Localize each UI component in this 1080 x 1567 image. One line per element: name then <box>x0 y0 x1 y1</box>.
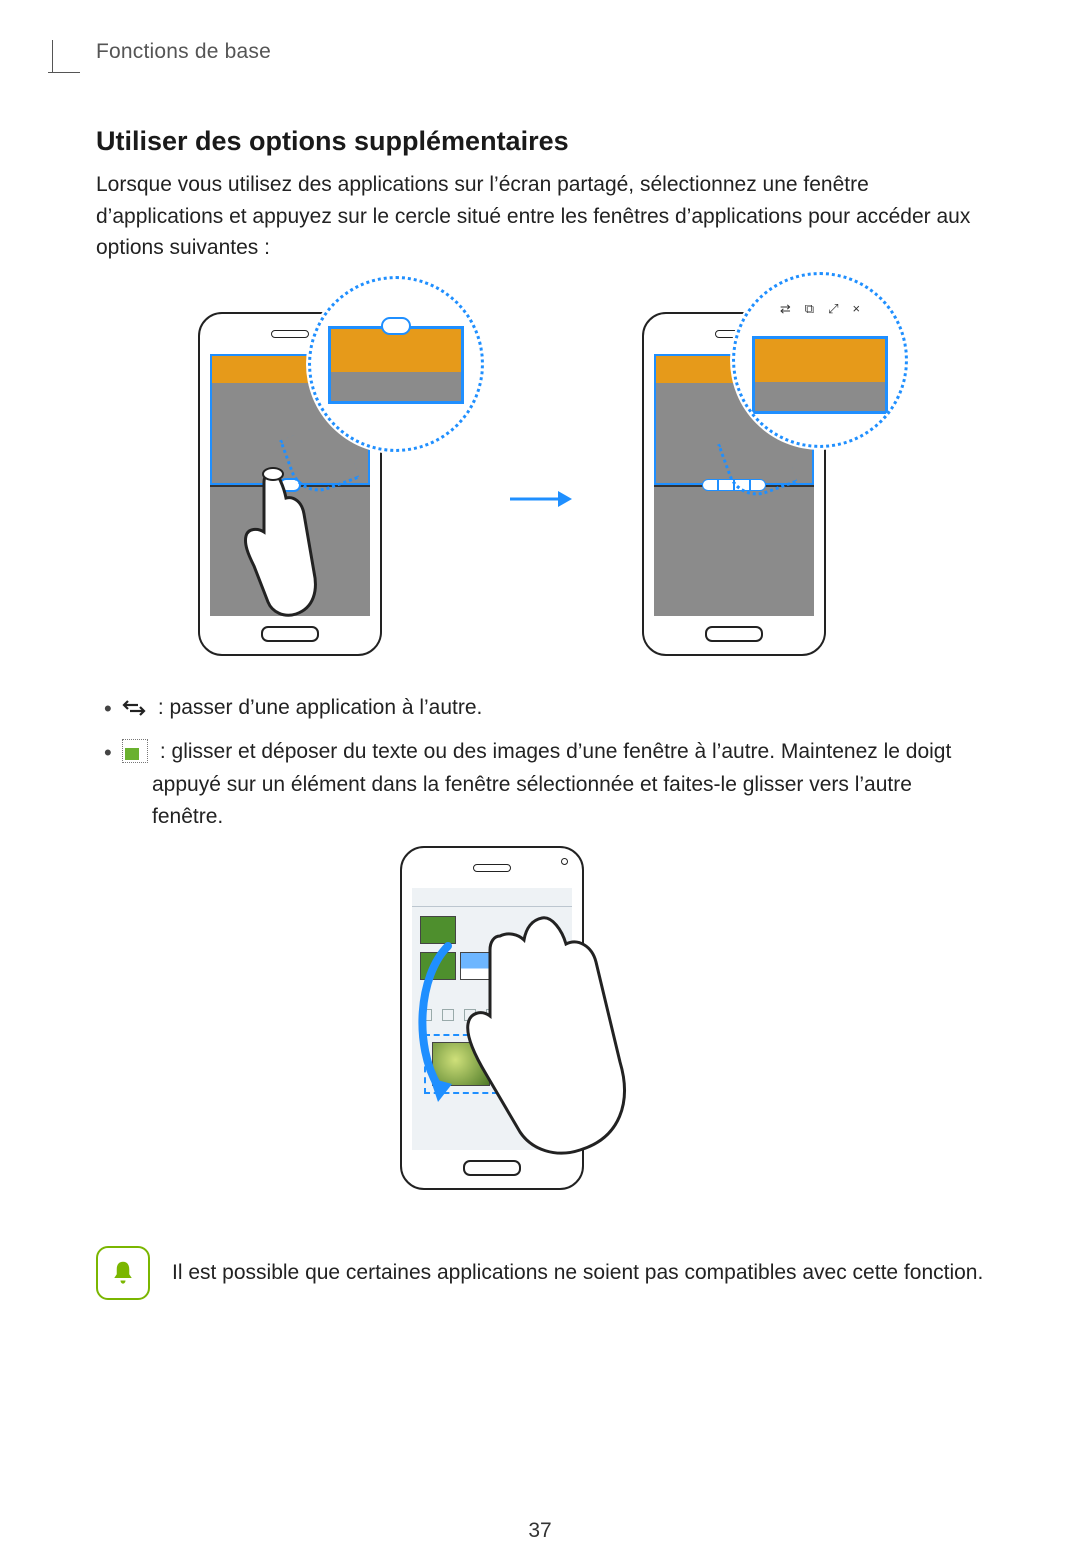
drag-arrow-icon <box>408 936 468 1111</box>
figure-dragdrop <box>96 846 984 1206</box>
option-dragdrop: : glisser et déposer du texte ou des ima… <box>118 736 984 834</box>
expand-icon: ⤢ <box>828 301 838 317</box>
close-icon: × <box>853 301 861 317</box>
manual-page: Fonctions de base Utiliser des options s… <box>0 40 1080 1567</box>
phone-home-button <box>463 1160 521 1176</box>
zoom-handle <box>381 317 411 335</box>
option-seg <box>702 479 718 491</box>
transition-arrow-icon <box>508 487 572 516</box>
zoom-top-pane <box>752 336 888 414</box>
splitscreen-bottom <box>210 485 370 616</box>
swap-icon <box>122 697 146 719</box>
zoom-orange-bar <box>755 339 885 382</box>
tool-icon <box>486 1009 498 1021</box>
corner-rule <box>48 40 53 72</box>
option-swap: : passer d’une application à l’autre. <box>118 692 984 725</box>
section-lead: Lorsque vous utilisez des applications s… <box>96 169 984 264</box>
zoom-top-pane <box>328 326 464 404</box>
dragdrop-icon: ⧉ <box>805 301 814 317</box>
splitscreen-bottom <box>654 485 814 616</box>
section-title: Utiliser des options supplémentaires <box>96 126 984 157</box>
running-header: Fonctions de base <box>96 40 984 64</box>
zoom-orange-bar <box>331 329 461 372</box>
phone-home-button <box>705 626 763 642</box>
options-list: : passer d’une application à l’autre. : … <box>96 692 984 834</box>
option-text: : passer d’une application à l’autre. <box>158 696 483 719</box>
zoom-bubble-after: ⇄ ⧉ ⤢ × <box>732 272 908 448</box>
gallery-header <box>412 888 572 907</box>
phone-speaker <box>271 330 309 338</box>
figure-split-options: ⇄ ⧉ ⤢ × <box>96 282 984 662</box>
zoom-options-icons: ⇄ ⧉ ⤢ × <box>735 301 905 317</box>
note-text: Il est possible que certaines applicatio… <box>172 1257 983 1289</box>
dragdrop-icon <box>122 739 148 763</box>
phone-camera <box>561 858 568 865</box>
page-number: 37 <box>0 1519 1080 1543</box>
note-block: Il est possible que certaines applicatio… <box>96 1246 984 1300</box>
note-bell-icon <box>96 1246 150 1300</box>
option-text: : glisser et déposer du texte ou des ima… <box>152 740 951 828</box>
phone-before-wrapper <box>188 282 448 662</box>
phone-after-wrapper: ⇄ ⧉ ⤢ × <box>632 282 892 662</box>
phone-speaker <box>473 864 511 872</box>
phone-home-button <box>261 626 319 642</box>
swap-icon: ⇄ <box>780 301 791 317</box>
